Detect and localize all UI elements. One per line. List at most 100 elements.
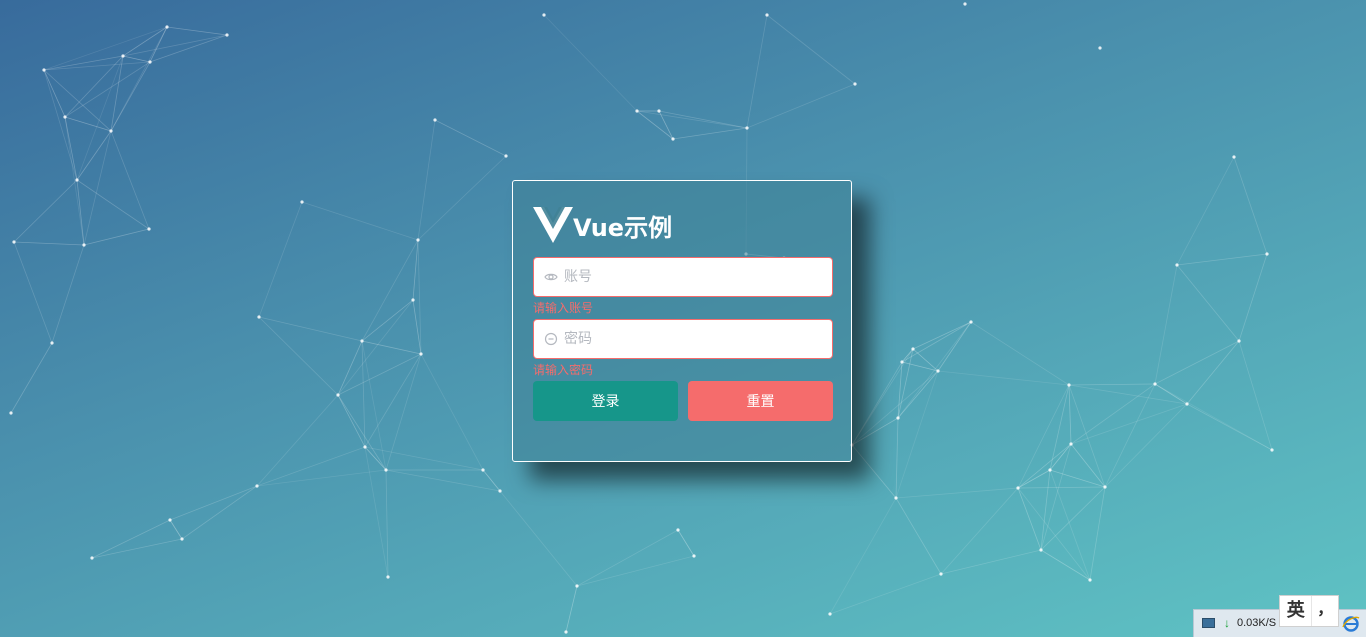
network-line xyxy=(576,555,695,587)
network-line xyxy=(43,61,151,71)
network-line xyxy=(1017,384,1070,489)
network-line xyxy=(1070,443,1106,488)
network-line xyxy=(565,585,578,633)
network-line xyxy=(122,55,151,63)
network-node xyxy=(360,339,364,343)
network-line xyxy=(1049,384,1070,471)
network-line xyxy=(110,130,150,230)
network-line xyxy=(76,130,112,181)
network-line xyxy=(1049,469,1106,488)
network-line xyxy=(1068,384,1188,405)
ime-indicator[interactable]: 英 ， xyxy=(1279,595,1339,627)
network-node xyxy=(692,554,696,558)
network-line xyxy=(543,14,638,112)
network-line xyxy=(829,573,942,615)
username-error: 请输入账号 xyxy=(533,301,594,315)
password-error: 请输入密码 xyxy=(533,363,594,377)
network-node xyxy=(384,468,388,472)
network-line xyxy=(901,321,972,363)
network-line xyxy=(1233,156,1268,255)
network-node xyxy=(1016,486,1020,490)
network-line xyxy=(897,370,939,419)
network-line xyxy=(1186,340,1240,405)
username-field[interactable] xyxy=(533,257,833,297)
network-line xyxy=(895,497,942,575)
network-line xyxy=(1186,403,1273,451)
network-node xyxy=(168,518,172,522)
network-line xyxy=(1176,253,1268,266)
network-line xyxy=(385,469,389,578)
network-line xyxy=(677,529,695,557)
network-node xyxy=(109,129,113,133)
password-field[interactable] xyxy=(533,319,833,359)
network-line xyxy=(64,61,151,118)
monitor-icon[interactable] xyxy=(1202,618,1215,628)
network-line xyxy=(1068,384,1106,488)
network-line xyxy=(420,353,484,471)
network-line xyxy=(256,394,339,487)
network-line xyxy=(1154,340,1240,385)
ime-punctuation[interactable]: ， xyxy=(1312,596,1338,626)
network-node xyxy=(12,240,16,244)
network-line xyxy=(851,348,914,446)
reset-button[interactable]: 重置 xyxy=(688,381,833,421)
ime-language[interactable]: 英 xyxy=(1280,596,1313,626)
network-line xyxy=(13,241,85,246)
username-input[interactable] xyxy=(564,259,832,295)
network-node xyxy=(828,612,832,616)
network-line xyxy=(412,239,419,301)
network-line xyxy=(1017,443,1072,489)
network-line xyxy=(895,370,939,499)
network-line xyxy=(897,321,972,419)
network-line xyxy=(1154,264,1178,385)
network-line xyxy=(1238,340,1273,451)
password-input[interactable] xyxy=(564,321,832,357)
network-line xyxy=(64,116,112,132)
ie-icon[interactable] xyxy=(1342,615,1360,633)
network-line xyxy=(937,370,1070,386)
network-line xyxy=(482,469,501,492)
network-line xyxy=(43,69,66,118)
network-node xyxy=(911,347,915,351)
network-line xyxy=(301,201,419,241)
network-line xyxy=(1068,384,1072,445)
network-line xyxy=(91,519,171,559)
network-node xyxy=(1069,442,1073,446)
network-line xyxy=(337,340,363,396)
network-node xyxy=(82,243,86,247)
network-node xyxy=(300,200,304,204)
network-line xyxy=(1040,469,1051,551)
network-node xyxy=(386,575,390,579)
network-node xyxy=(1067,383,1071,387)
network-line xyxy=(181,485,258,540)
network-line xyxy=(636,110,674,140)
network-node xyxy=(90,556,94,560)
network-node xyxy=(853,82,857,86)
network-node xyxy=(635,109,639,113)
network-line xyxy=(417,119,436,241)
network-line xyxy=(746,83,856,129)
network-node xyxy=(416,238,420,242)
network-line xyxy=(417,155,507,241)
login-button[interactable]: 登录 xyxy=(533,381,678,421)
app-title: Vue示例 xyxy=(573,214,673,242)
network-node xyxy=(542,13,546,17)
network-line xyxy=(385,353,422,471)
network-node xyxy=(1103,485,1107,489)
network-node xyxy=(575,584,579,588)
network-node xyxy=(939,572,943,576)
network-node xyxy=(745,126,749,130)
download-arrow-icon: ↓ xyxy=(1224,616,1230,630)
network-node xyxy=(147,227,151,231)
network-node xyxy=(963,2,967,6)
network-line xyxy=(1040,486,1106,551)
network-node xyxy=(969,320,973,324)
network-line xyxy=(829,497,897,615)
network-line xyxy=(1238,253,1268,342)
network-line xyxy=(1040,443,1072,551)
network-line xyxy=(361,340,422,355)
network-node xyxy=(1175,263,1179,267)
network-node xyxy=(676,528,680,532)
network-line xyxy=(361,239,419,342)
network-line xyxy=(1104,383,1156,488)
